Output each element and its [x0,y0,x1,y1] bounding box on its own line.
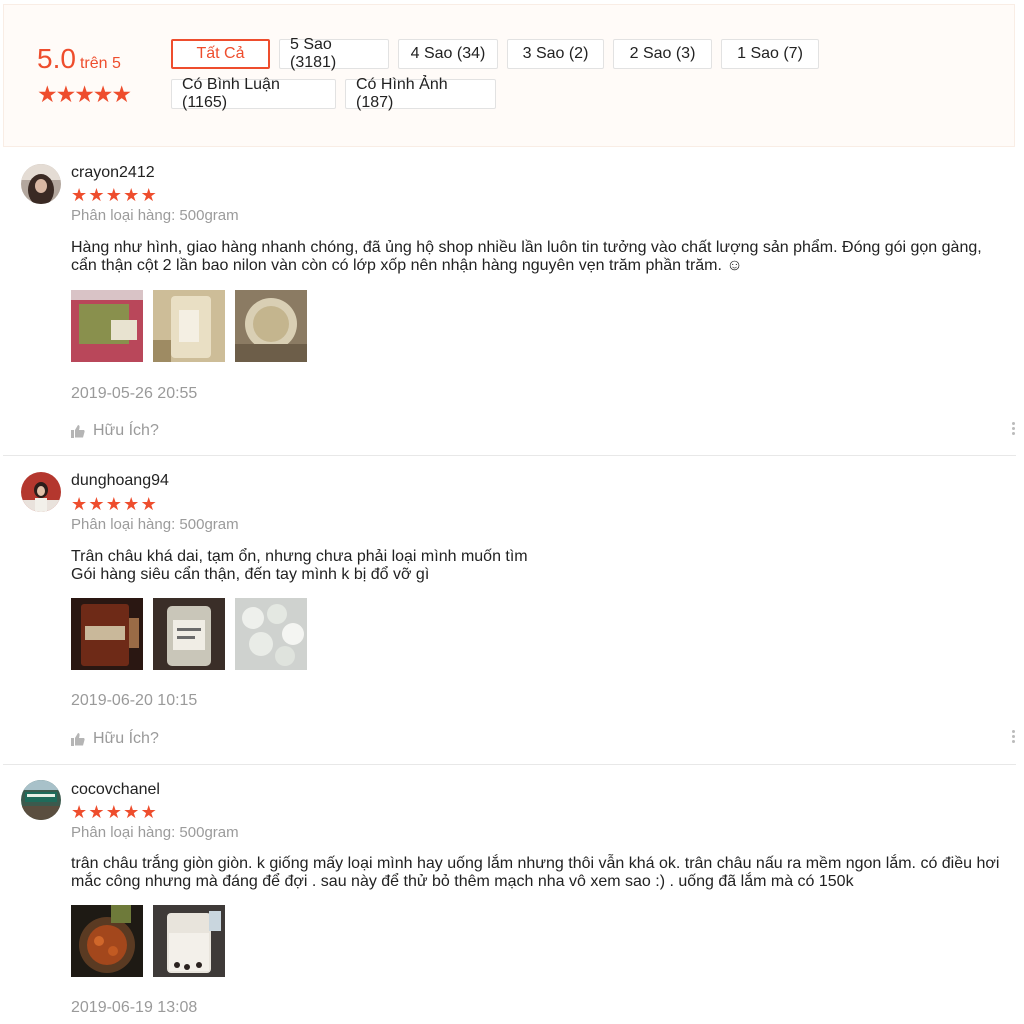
review-photo[interactable] [71,905,143,977]
thumbs-up-icon [71,425,85,438]
review-variant: Phân loại hàng: 500gram [71,207,239,224]
review-date: 2019-05-26 20:55 [71,385,198,402]
review-photo[interactable] [153,905,225,977]
review-photos [71,290,307,362]
star-icon: ★ [71,185,88,205]
star-icon: ★ [111,81,132,107]
filter-1-star-button[interactable]: 1 Sao (7) [721,39,819,69]
star-icon: ★ [140,494,157,514]
review-comment: Hàng như hình, giao hàng nhanh chóng, đã… [71,239,982,274]
star-icon: ★ [88,185,105,205]
more-options-icon[interactable] [1012,422,1016,435]
star-icon: ★ [123,802,140,822]
review-photos [71,598,307,670]
review-photo[interactable] [153,290,225,362]
rating-score-line: 5.0 trên 5 [37,43,147,75]
star-icon: ★ [105,802,122,822]
thumbs-up-icon [71,733,85,746]
avatar[interactable] [21,780,61,820]
review-stars: ★ ★ ★ ★ ★ [71,186,158,204]
star-icon: ★ [105,185,122,205]
rating-score: 5.0 [37,43,76,74]
star-icon: ★ [123,494,140,514]
review-photo[interactable] [235,598,307,670]
star-icon: ★ [88,494,105,514]
filter-5-star-button[interactable]: 5 Sao (3181) [279,36,389,71]
review-photo[interactable] [71,290,143,362]
star-icon: ★ [123,185,140,205]
helpful-label: Hữu Ích? [93,730,159,747]
review-divider [3,455,1016,456]
review-photo[interactable] [235,290,307,362]
review-stars: ★ ★ ★ ★ ★ [71,803,158,821]
filter-row-stars: Tất Cả 5 Sao (3181) 4 Sao (34) 3 Sao (2)… [171,36,1011,71]
review-date: 2019-06-19 13:08 [71,999,198,1016]
review-stars: ★ ★ ★ ★ ★ [71,495,158,513]
review-photo[interactable] [153,598,225,670]
review-photo[interactable] [71,598,143,670]
star-icon: ★ [88,802,105,822]
review-photos [71,905,225,977]
filter-3-star-button[interactable]: 3 Sao (2) [507,39,604,69]
star-icon: ★ [74,81,95,107]
filter-with-images-button[interactable]: Có Hình Ảnh (187) [345,76,496,111]
star-icon: ★ [105,494,122,514]
star-icon: ★ [92,81,114,107]
star-icon: ★ [71,802,88,822]
review-variant: Phân loại hàng: 500gram [71,824,239,841]
review-divider [3,764,1016,765]
helpful-label: Hữu Ích? [93,422,159,439]
more-options-icon[interactable] [1012,730,1016,743]
filter-row-content: Có Bình Luận (1165) Có Hình Ảnh (187) [171,76,1011,111]
rating-overview: 5.0 trên 5 ★ ★ ★ ★ ★ Tất Cả 5 Sao (3181) … [3,4,1015,147]
star-icon: ★ [37,81,58,107]
filter-4-star-button[interactable]: 4 Sao (34) [398,39,498,69]
review-variant: Phân loại hàng: 500gram [71,516,239,533]
star-icon: ★ [140,802,157,822]
avatar[interactable] [21,164,61,204]
rating-summary: 5.0 trên 5 ★ ★ ★ ★ ★ [37,43,147,106]
filter-with-comments-button[interactable]: Có Bình Luận (1165) [171,76,336,111]
review-username[interactable]: dunghoang94 [71,472,169,490]
rating-filters: Tất Cả 5 Sao (3181) 4 Sao (34) 3 Sao (2)… [171,36,1011,119]
filter-2-star-button[interactable]: 2 Sao (3) [613,39,712,69]
review-comment: Trân châu khá dai, tạm ổn, nhưng chưa ph… [71,548,528,583]
helpful-button[interactable]: Hữu Ích? [71,422,159,440]
rating-stars: ★ ★ ★ ★ ★ [37,83,147,106]
star-icon: ★ [140,185,157,205]
review-username[interactable]: crayon2412 [71,164,155,182]
star-icon: ★ [71,494,88,514]
avatar[interactable] [21,472,61,512]
rating-out-of: trên 5 [79,55,121,72]
review-username[interactable]: cocovchanel [71,781,160,799]
review-date: 2019-06-20 10:15 [71,692,198,709]
filter-all-button[interactable]: Tất Cả [171,39,270,69]
review-comment: trân châu trắng giòn giòn. k giống mấy l… [71,855,1000,890]
helpful-button[interactable]: Hữu Ích? [71,730,159,748]
star-icon: ★ [55,81,77,107]
